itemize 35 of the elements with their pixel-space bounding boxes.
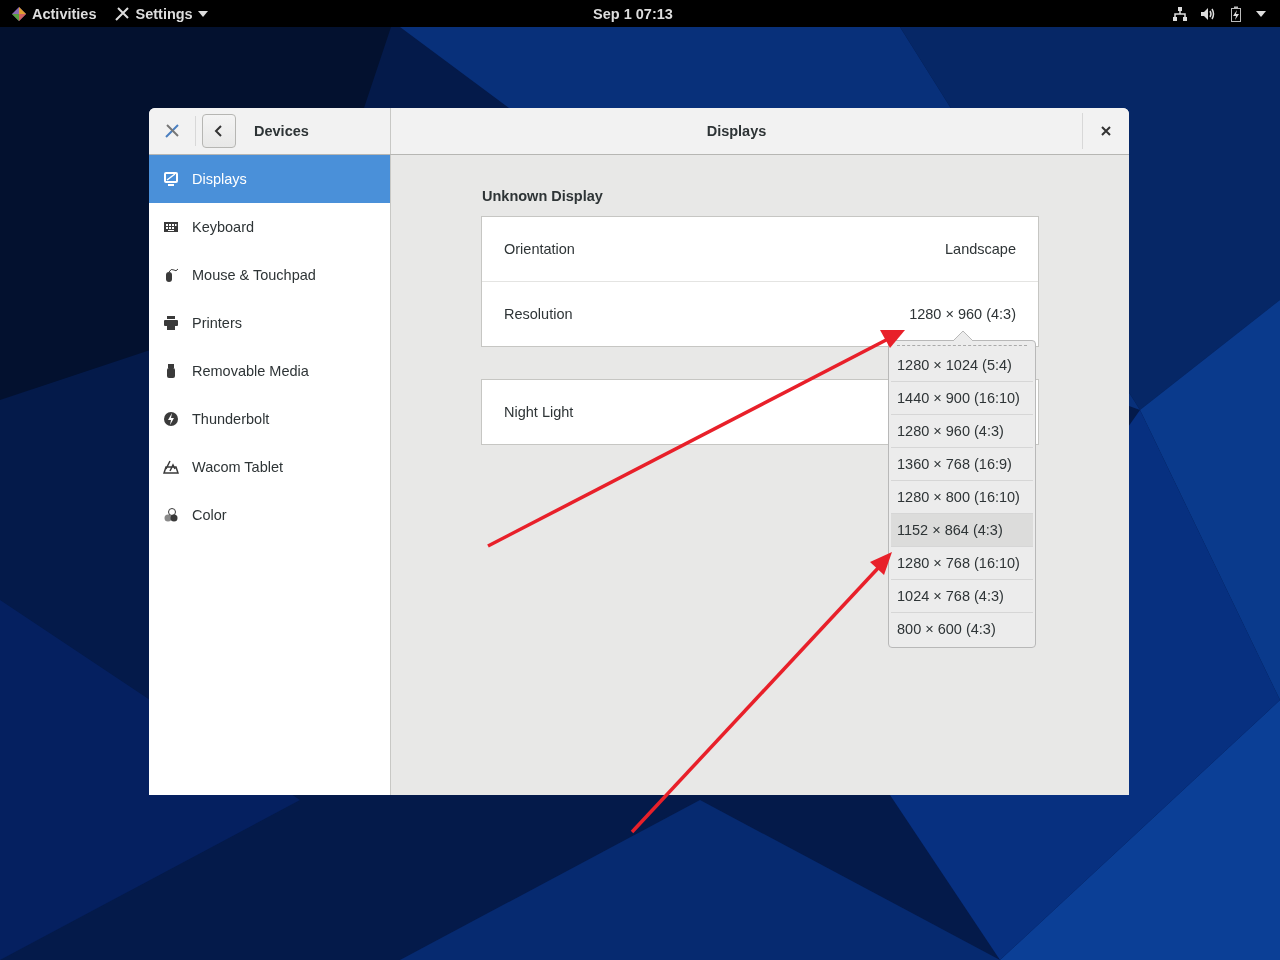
activities-button[interactable]: Activities xyxy=(0,0,103,27)
tablet-icon xyxy=(163,459,179,475)
display-name: Unknown Display xyxy=(482,188,604,204)
menu-item[interactable]: 1280 × 960 (4:3) xyxy=(891,414,1033,447)
menu-item[interactable]: 1280 × 768 (16:10) xyxy=(891,546,1033,579)
row-value: Landscape xyxy=(945,241,1016,257)
printer-icon xyxy=(163,315,179,331)
menu-item[interactable]: 1280 × 1024 (5:4) xyxy=(891,348,1033,381)
panel-title: Devices xyxy=(254,123,309,139)
close-icon xyxy=(1101,126,1111,136)
window-title: Displays xyxy=(705,123,768,139)
row-label[interactable]: Night Light xyxy=(504,404,574,420)
row-label: Orientation xyxy=(504,241,575,257)
battery-icon[interactable] xyxy=(1228,5,1244,22)
mouse-icon xyxy=(163,267,179,283)
menu-item[interactable]: 1440 × 900 (16:10) xyxy=(891,381,1033,414)
clock-button[interactable]: Sep 1 07:13 xyxy=(587,0,679,27)
row-value: 1280 × 960 (4:3) xyxy=(909,306,1016,322)
color-circles-icon xyxy=(163,507,179,523)
network-icon[interactable] xyxy=(1172,5,1188,22)
menu-item[interactable]: 1360 × 768 (16:9) xyxy=(891,447,1033,480)
menu-item[interactable]: 1024 × 768 (4:3) xyxy=(891,579,1033,612)
app-menu-button[interactable]: Settings xyxy=(108,0,214,27)
logo-icon xyxy=(11,5,27,22)
row-label: Resolution xyxy=(504,306,573,322)
back-button[interactable] xyxy=(202,114,236,148)
caret-icon xyxy=(197,10,208,17)
caret-icon[interactable] xyxy=(1256,10,1266,17)
keyboard-icon xyxy=(163,219,179,235)
display-icon xyxy=(163,171,179,187)
menu-item[interactable]: 800 × 600 (4:3) xyxy=(891,612,1033,645)
back-icon xyxy=(214,125,224,137)
settings-row[interactable]: Orientation Landscape xyxy=(482,217,1038,281)
menu-item[interactable]: 1152 × 864 (4:3) xyxy=(891,513,1033,546)
lightning-icon xyxy=(163,411,179,427)
